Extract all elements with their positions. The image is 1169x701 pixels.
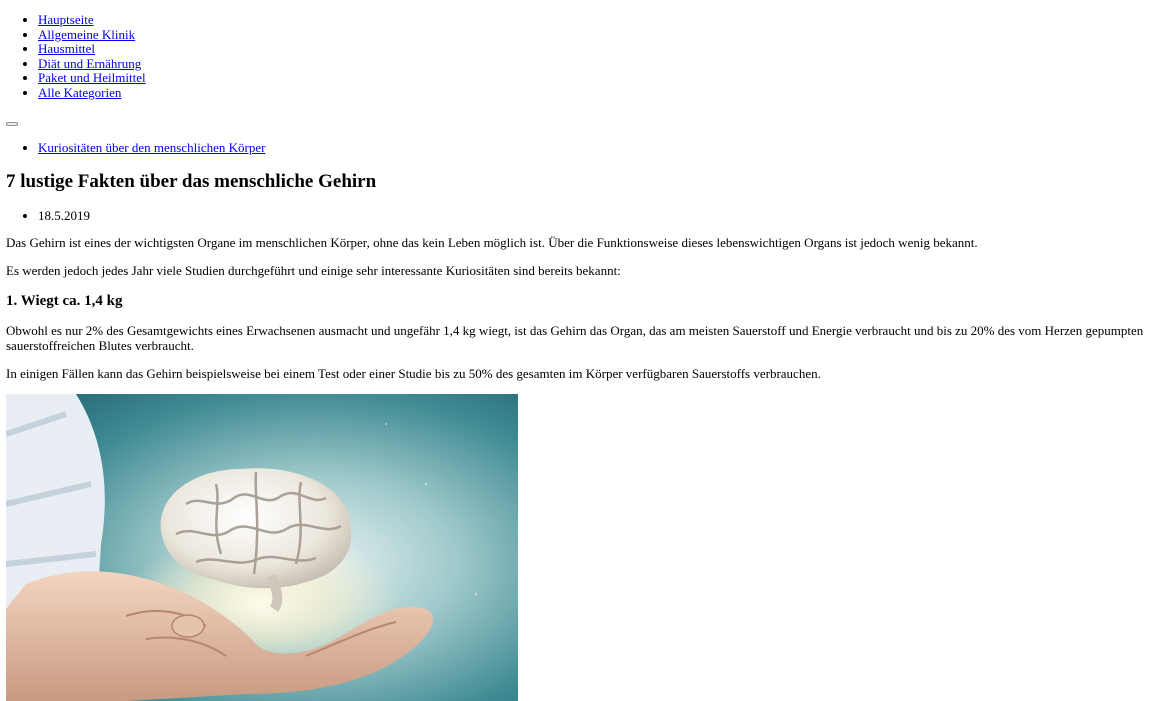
main-navigation: Hauptseite Allgemeine Klinik Hausmittel …	[0, 12, 538, 101]
breadcrumb-link-category[interactable]: Kuriositäten über den menschlichen Körpe…	[38, 140, 265, 155]
nav-item-allgemeine-klinik: Allgemeine Klinik	[38, 27, 538, 43]
nav-link-hauptseite[interactable]: Hauptseite	[38, 12, 94, 27]
nav-item-hauptseite: Hauptseite	[38, 12, 538, 28]
article-intro-paragraph-1: Das Gehirn ist eines der wichtigsten Org…	[6, 235, 978, 250]
article-image-brain-in-hands	[6, 394, 518, 701]
nav-link-alle-kategorien[interactable]: Alle Kategorien	[38, 85, 121, 100]
page: Hauptseite Allgemeine Klinik Hausmittel …	[0, 0, 1169, 701]
nav-link-diaet-und-ernaehrung[interactable]: Diät und Ernährung	[38, 56, 141, 71]
section-1-paragraph-1: Obwohl es nur 2% des Gesamtgewichts eine…	[6, 323, 1144, 353]
nav-item-alle-kategorien: Alle Kategorien	[38, 85, 538, 101]
post-meta: 18.5.2019	[0, 208, 90, 224]
post-date: 18.5.2019	[38, 208, 90, 224]
nav-link-hausmittel[interactable]: Hausmittel	[38, 41, 95, 56]
nav-item-paket-und-heilmittel: Paket und Heilmittel	[38, 71, 538, 86]
nav-link-paket-und-heilmittel[interactable]: Paket und Heilmittel	[38, 70, 146, 86]
nav-item-hausmittel: Hausmittel	[38, 41, 538, 57]
breadcrumb: Kuriositäten über den menschlichen Körpe…	[0, 140, 538, 156]
nav-item-diaet-und-ernaehrung: Diät und Ernährung	[38, 56, 538, 72]
menu-toggle-button[interactable]	[6, 122, 18, 126]
breadcrumb-item: Kuriositäten über den menschlichen Körpe…	[38, 140, 538, 156]
article-intro-paragraph-2: Es werden jedoch jedes Jahr viele Studie…	[6, 263, 621, 278]
section-heading-1: 1. Wiegt ca. 1,4 kg	[6, 293, 123, 309]
nav-link-allgemeine-klinik[interactable]: Allgemeine Klinik	[38, 27, 135, 42]
article-title: 7 lustige Fakten über das menschliche Ge…	[6, 171, 377, 192]
section-1-paragraph-2: In einigen Fällen kann das Gehirn beispi…	[6, 366, 821, 381]
